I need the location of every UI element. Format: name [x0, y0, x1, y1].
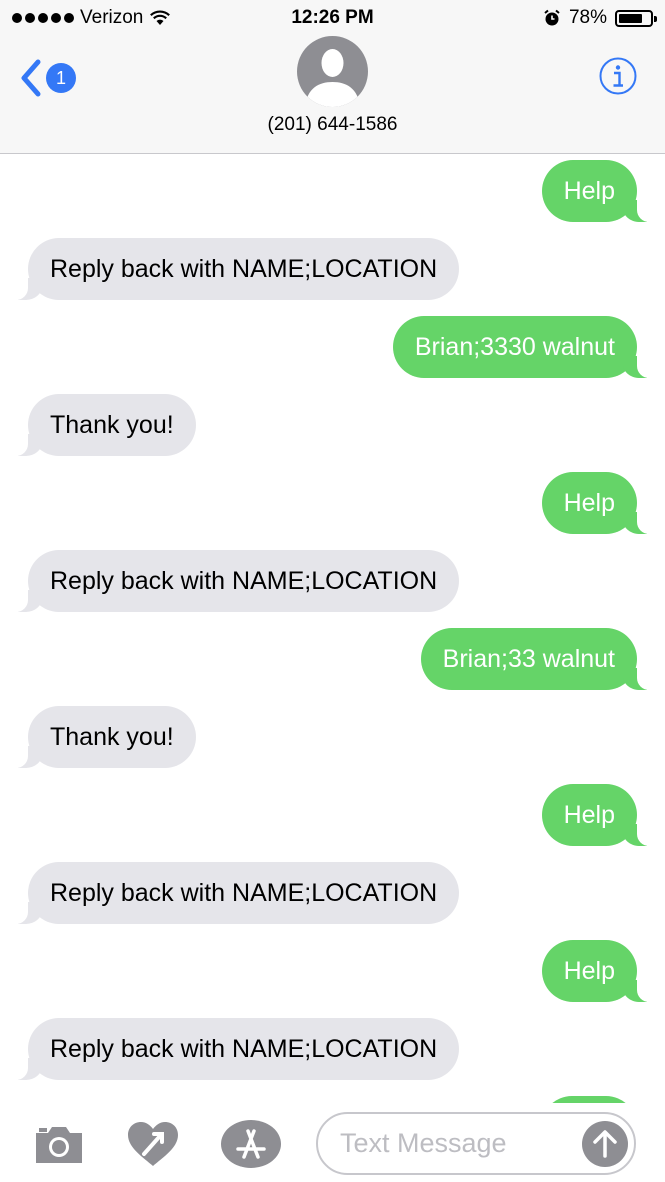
sent-message-bubble[interactable]: Help	[541, 160, 665, 222]
message-list[interactable]: Help Reply back with NAME;LOCATION Brian;3…	[0, 153, 665, 1103]
sent-message-bubble-partial[interactable]	[541, 1096, 637, 1103]
info-icon	[599, 57, 637, 95]
input-bar	[0, 1103, 665, 1182]
status-bar: Verizon 12:26 PM 78%	[0, 0, 665, 36]
unread-badge: 1	[46, 63, 76, 93]
alarm-icon	[544, 9, 560, 26]
received-message-bubble[interactable]: Reply back with NAME;LOCATION	[0, 238, 460, 300]
avatar[interactable]	[297, 36, 368, 107]
back-button[interactable]: 1	[18, 58, 76, 98]
sent-message-bubble[interactable]: Help	[541, 784, 665, 846]
battery-fill	[619, 13, 643, 23]
digital-touch-heart-icon	[128, 1122, 178, 1166]
digital-touch-button[interactable]	[126, 1120, 180, 1173]
person-silhouette-icon	[305, 49, 360, 107]
app-store-button[interactable]	[220, 1119, 282, 1174]
sent-message-bubble[interactable]: Help	[541, 940, 665, 1002]
contact-name[interactable]: (201) 644-1586	[0, 114, 665, 136]
message-input-field[interactable]	[316, 1112, 636, 1175]
send-button[interactable]	[582, 1121, 628, 1167]
received-message-bubble[interactable]: Thank you!	[0, 706, 196, 768]
message-input[interactable]	[340, 1114, 570, 1173]
received-message-bubble[interactable]: Reply back with NAME;LOCATION	[0, 1018, 460, 1080]
battery-icon	[615, 9, 657, 27]
app-store-icon	[221, 1120, 281, 1168]
battery-percent: 78%	[568, 7, 607, 28]
sent-message-bubble[interactable]: Brian;3330 walnut	[392, 316, 665, 378]
camera-button[interactable]	[33, 1123, 85, 1170]
send-arrow-icon	[593, 1130, 617, 1158]
status-right: 78%	[543, 7, 657, 29]
chevron-left-icon	[21, 59, 41, 97]
info-button[interactable]	[599, 57, 637, 95]
received-message-bubble[interactable]: Thank you!	[0, 394, 196, 456]
camera-icon	[36, 1127, 82, 1163]
received-message-bubble[interactable]: Reply back with NAME;LOCATION	[0, 862, 460, 924]
sent-message-bubble[interactable]: Help	[541, 472, 665, 534]
sent-message-bubble[interactable]: Brian;33 walnut	[420, 628, 665, 690]
received-message-bubble[interactable]: Reply back with NAME;LOCATION	[0, 550, 460, 612]
